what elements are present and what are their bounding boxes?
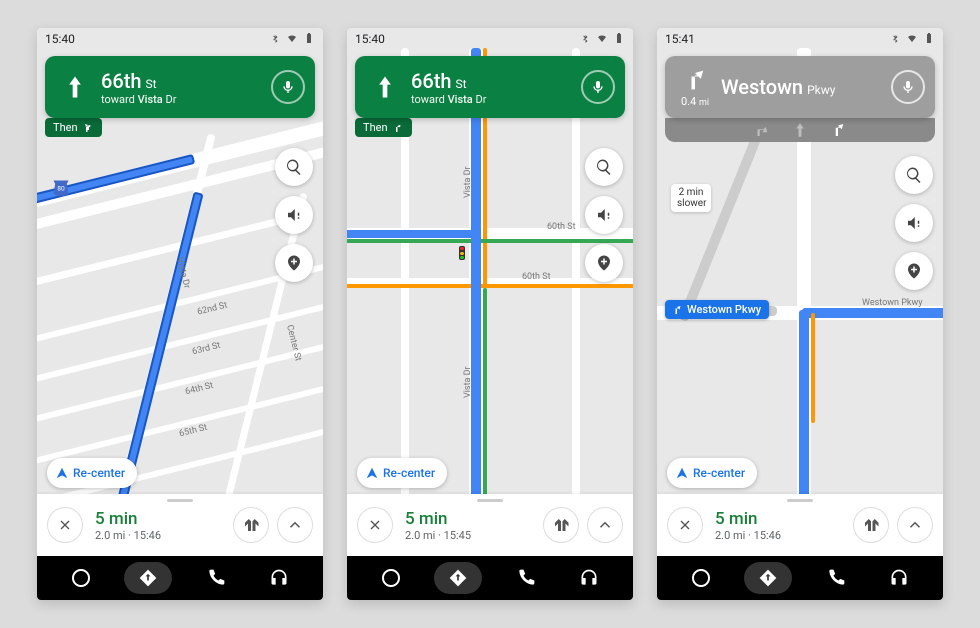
nav-home-icon[interactable] xyxy=(61,562,101,594)
wifi-icon xyxy=(906,32,918,47)
side-buttons xyxy=(585,148,623,282)
nav-home-icon[interactable] xyxy=(681,562,721,594)
svg-text:80: 80 xyxy=(57,185,65,193)
nav-direction-icon xyxy=(57,73,93,101)
nav-road: 66thSt xyxy=(101,69,176,93)
eta-time: 5 min xyxy=(405,509,471,529)
routes-button[interactable] xyxy=(233,507,269,543)
nav-road: 66thSt xyxy=(411,69,486,93)
status-bar: 15:40 xyxy=(347,28,633,50)
search-button[interactable] xyxy=(275,148,313,186)
battery-icon xyxy=(303,32,315,47)
nav-maps-icon[interactable] xyxy=(744,562,792,594)
nav-panel[interactable]: 0.4 mi WestownPkwy xyxy=(665,56,935,118)
wifi-icon xyxy=(596,32,608,47)
nav-home-icon[interactable] xyxy=(371,562,411,594)
status-time: 15:41 xyxy=(665,32,695,46)
eta-time: 5 min xyxy=(715,509,781,529)
nav-toward: toward Vista Dr xyxy=(411,93,486,106)
status-time: 15:40 xyxy=(355,32,385,46)
nav-direction-icon xyxy=(367,73,403,101)
close-nav-button[interactable] xyxy=(667,507,703,543)
bluetooth-icon xyxy=(889,32,901,47)
side-buttons xyxy=(895,156,933,290)
phone-2: 15:40 66thSt toward Vista Dr xyxy=(347,28,633,600)
status-bar: 15:41 xyxy=(657,28,943,50)
nav-maps-icon[interactable] xyxy=(124,562,172,594)
nav-road: WestownPkwy xyxy=(721,75,835,99)
lane-left-icon xyxy=(753,121,771,139)
highway-shield-icon: 80 xyxy=(51,178,71,198)
nav-headset-icon[interactable] xyxy=(569,562,609,594)
eta-bar[interactable]: 5 min 2.0 mi · 15:46 xyxy=(37,494,323,556)
sound-button[interactable] xyxy=(585,196,623,234)
routes-button[interactable] xyxy=(543,507,579,543)
close-nav-button[interactable] xyxy=(357,507,393,543)
route-name-pill[interactable]: Westown Pkwy xyxy=(665,300,769,319)
search-button[interactable] xyxy=(585,148,623,186)
system-navbar xyxy=(37,556,323,600)
eta-time: 5 min xyxy=(95,509,161,529)
system-navbar xyxy=(657,556,943,600)
report-button[interactable] xyxy=(585,244,623,282)
sound-button[interactable] xyxy=(275,196,313,234)
sound-button[interactable] xyxy=(895,204,933,242)
phone-1: 15:40 66thSt toward Vista Dr xyxy=(37,28,323,600)
system-navbar xyxy=(347,556,633,600)
status-bar: 15:40 xyxy=(37,28,323,50)
recenter-button[interactable]: Re-center xyxy=(667,458,757,488)
expand-button[interactable] xyxy=(587,507,623,543)
lane-straight-icon xyxy=(791,121,809,139)
nav-panel[interactable]: 66thSt toward Vista Dr xyxy=(45,56,315,118)
lane-guidance xyxy=(665,118,935,142)
eta-sub: 2.0 mi · 15:46 xyxy=(95,529,161,542)
nav-phone-icon[interactable] xyxy=(506,562,546,594)
eta-bar[interactable]: 5 min 2.0 mi · 15:46 xyxy=(657,494,943,556)
recenter-button[interactable]: Re-center xyxy=(357,458,447,488)
nav-phone-icon[interactable] xyxy=(816,562,856,594)
bluetooth-icon xyxy=(579,32,591,47)
nav-panel[interactable]: 66thSt toward Vista Dr xyxy=(355,56,625,118)
phone-3: 15:41 0.4 mi WestownPkwy xyxy=(657,28,943,600)
mic-button[interactable] xyxy=(581,70,615,104)
mic-button[interactable] xyxy=(891,70,925,104)
expand-button[interactable] xyxy=(277,507,313,543)
traffic-light-icon xyxy=(459,246,465,260)
recenter-button[interactable]: Re-center xyxy=(47,458,137,488)
battery-icon xyxy=(613,32,625,47)
lane-right-icon xyxy=(829,121,847,139)
wifi-icon xyxy=(286,32,298,47)
then-chip[interactable]: Then xyxy=(355,118,412,137)
slower-callout[interactable]: 2 min slower xyxy=(671,184,711,212)
nav-phone-icon[interactable] xyxy=(196,562,236,594)
routes-button[interactable] xyxy=(853,507,889,543)
nav-maps-icon[interactable] xyxy=(434,562,482,594)
battery-icon xyxy=(923,32,935,47)
nav-headset-icon[interactable] xyxy=(259,562,299,594)
nav-direction-icon: 0.4 mi xyxy=(677,66,713,108)
eta-sub: 2.0 mi · 15:45 xyxy=(405,529,471,542)
then-chip[interactable]: Then xyxy=(45,118,102,137)
close-nav-button[interactable] xyxy=(47,507,83,543)
nav-toward: toward Vista Dr xyxy=(101,93,176,106)
mic-button[interactable] xyxy=(271,70,305,104)
eta-sub: 2.0 mi · 15:46 xyxy=(715,529,781,542)
report-button[interactable] xyxy=(275,244,313,282)
search-button[interactable] xyxy=(895,156,933,194)
expand-button[interactable] xyxy=(897,507,933,543)
nav-headset-icon[interactable] xyxy=(879,562,919,594)
status-time: 15:40 xyxy=(45,32,75,46)
bluetooth-icon xyxy=(269,32,281,47)
report-button[interactable] xyxy=(895,252,933,290)
eta-bar[interactable]: 5 min 2.0 mi · 15:45 xyxy=(347,494,633,556)
side-buttons xyxy=(275,148,313,282)
